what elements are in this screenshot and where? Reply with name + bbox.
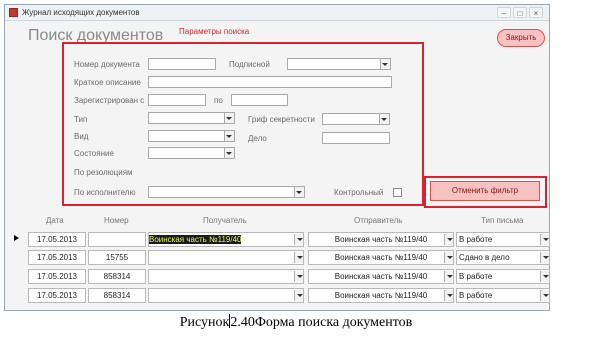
case-label: Дело xyxy=(248,134,267,143)
signed-by-label: Подписной xyxy=(229,60,270,69)
case-input[interactable] xyxy=(322,132,390,144)
letter-type-value: Сдано в дело xyxy=(459,253,510,262)
column-header-number[interactable]: Номер xyxy=(104,216,129,225)
registered-to-label: по xyxy=(214,96,223,105)
chevron-down-icon[interactable] xyxy=(540,234,549,245)
sender-value: Воинская часть №119/40 xyxy=(334,272,428,281)
registered-from-label: Зарегистрирован с xyxy=(74,96,145,105)
chevron-down-icon[interactable] xyxy=(540,271,549,282)
number-cell[interactable] xyxy=(88,232,146,247)
chevron-down-icon[interactable] xyxy=(444,234,453,245)
chevron-down-icon xyxy=(226,117,232,120)
number-cell[interactable]: 858314 xyxy=(88,288,146,303)
control-label: Контрольный xyxy=(334,188,384,197)
control-checkbox[interactable] xyxy=(393,188,402,197)
by-executor-label: По исполнителю xyxy=(74,188,136,197)
close-form-button[interactable]: Закрыть xyxy=(497,29,545,47)
caption-prefix: Рисунок xyxy=(179,315,230,330)
window-title: Журнал исходящих документов xyxy=(22,8,140,17)
chevron-down-icon[interactable] xyxy=(540,290,549,301)
registered-from-input[interactable] xyxy=(148,94,206,106)
date-cell[interactable]: 17.05.2013 xyxy=(28,232,86,247)
number-cell[interactable]: 15755 xyxy=(88,250,146,265)
type-select[interactable] xyxy=(148,112,235,124)
doc-number-input[interactable] xyxy=(148,58,216,70)
doc-number-label: Номер документа xyxy=(74,60,140,69)
chevron-down-icon xyxy=(226,135,232,138)
caption-suffix: 2.40Форма поиска документов xyxy=(230,315,413,330)
executor-select[interactable] xyxy=(148,186,305,198)
chevron-down-icon[interactable] xyxy=(294,234,303,245)
window-close-button[interactable]: × xyxy=(529,7,543,18)
recipient-cell[interactable] xyxy=(148,269,304,284)
date-cell[interactable]: 17.05.2013 xyxy=(28,269,86,284)
sender-value: Воинская часть №119/40 xyxy=(334,235,428,244)
column-header-sender[interactable]: Отправитель xyxy=(354,216,402,225)
table-row[interactable]: 17.05.2013 15755 Воинская часть №119/40 … xyxy=(6,250,550,266)
kind-label: Вид xyxy=(74,132,89,141)
column-header-date[interactable]: Дата xyxy=(46,216,64,225)
date-cell[interactable]: 17.05.2013 xyxy=(28,250,86,265)
recipient-value: Воинская часть №119/40 xyxy=(149,235,242,244)
recipient-cell[interactable] xyxy=(148,288,304,303)
secrecy-label: Гриф секретности xyxy=(248,115,315,124)
sender-cell[interactable]: Воинская часть №119/40 xyxy=(308,232,454,247)
sender-cell[interactable]: Воинская часть №119/40 xyxy=(308,288,454,303)
letter-type-cell[interactable]: Сдано в дело xyxy=(456,250,550,265)
figure-caption: Рисунок2.40Форма поиска документов xyxy=(0,314,592,331)
letter-type-cell[interactable]: В работе xyxy=(456,288,550,303)
sender-cell[interactable]: Воинская часть №119/40 xyxy=(308,269,454,284)
chevron-down-icon[interactable] xyxy=(294,271,303,282)
date-cell[interactable]: 17.05.2013 xyxy=(28,288,86,303)
chevron-down-icon xyxy=(382,63,388,66)
app-icon xyxy=(9,8,18,17)
sender-value: Воинская часть №119/40 xyxy=(334,253,428,262)
state-select[interactable] xyxy=(148,147,235,159)
number-cell[interactable]: 858314 xyxy=(88,269,146,284)
kind-select[interactable] xyxy=(148,130,235,142)
registered-to-input[interactable] xyxy=(231,94,288,106)
chevron-down-icon xyxy=(381,118,387,121)
chevron-down-icon[interactable] xyxy=(540,252,549,263)
chevron-down-icon xyxy=(226,152,232,155)
table-row[interactable]: 17.05.2013 Воинская часть №119/40 Воинск… xyxy=(6,232,550,248)
type-label: Тип xyxy=(74,115,88,124)
search-params-title: Параметры поиска xyxy=(179,27,250,36)
recipient-cell[interactable]: Воинская часть №119/40 xyxy=(148,232,304,247)
state-label: Состояние xyxy=(74,149,114,158)
sender-value: Воинская часть №119/40 xyxy=(334,291,428,300)
recipient-cell[interactable] xyxy=(148,250,304,265)
column-header-recipient[interactable]: Получатель xyxy=(203,216,247,225)
chevron-down-icon[interactable] xyxy=(444,290,453,301)
letter-type-value: В работе xyxy=(459,272,493,281)
minimize-button[interactable]: – xyxy=(497,7,511,18)
by-resolutions-label: По резолюциям xyxy=(74,168,133,177)
chevron-down-icon[interactable] xyxy=(444,271,453,282)
signed-by-select[interactable] xyxy=(287,58,391,70)
chevron-down-icon[interactable] xyxy=(444,252,453,263)
sender-cell[interactable]: Воинская часть №119/40 xyxy=(308,250,454,265)
short-desc-label: Краткое описание xyxy=(74,78,141,87)
maximize-button[interactable]: □ xyxy=(513,7,527,18)
letter-type-value: В работе xyxy=(459,235,493,244)
chevron-down-icon[interactable] xyxy=(294,290,303,301)
short-desc-input[interactable] xyxy=(148,76,392,88)
secrecy-select[interactable] xyxy=(322,113,390,125)
reset-filter-button[interactable]: Отменить фильтр xyxy=(430,181,540,201)
table-row[interactable]: 17.05.2013 858314 Воинская часть №119/40… xyxy=(6,269,550,285)
chevron-down-icon[interactable] xyxy=(294,252,303,263)
letter-type-cell[interactable]: В работе xyxy=(456,232,550,247)
table-row[interactable]: 17.05.2013 858314 Воинская часть №119/40… xyxy=(6,288,550,304)
letter-type-value: В работе xyxy=(459,291,493,300)
letter-type-cell[interactable]: В работе xyxy=(456,269,550,284)
column-header-letter-type[interactable]: Тип письма xyxy=(481,216,523,225)
chevron-down-icon xyxy=(296,191,302,194)
title-bar: Журнал исходящих документов – □ × xyxy=(5,5,549,21)
